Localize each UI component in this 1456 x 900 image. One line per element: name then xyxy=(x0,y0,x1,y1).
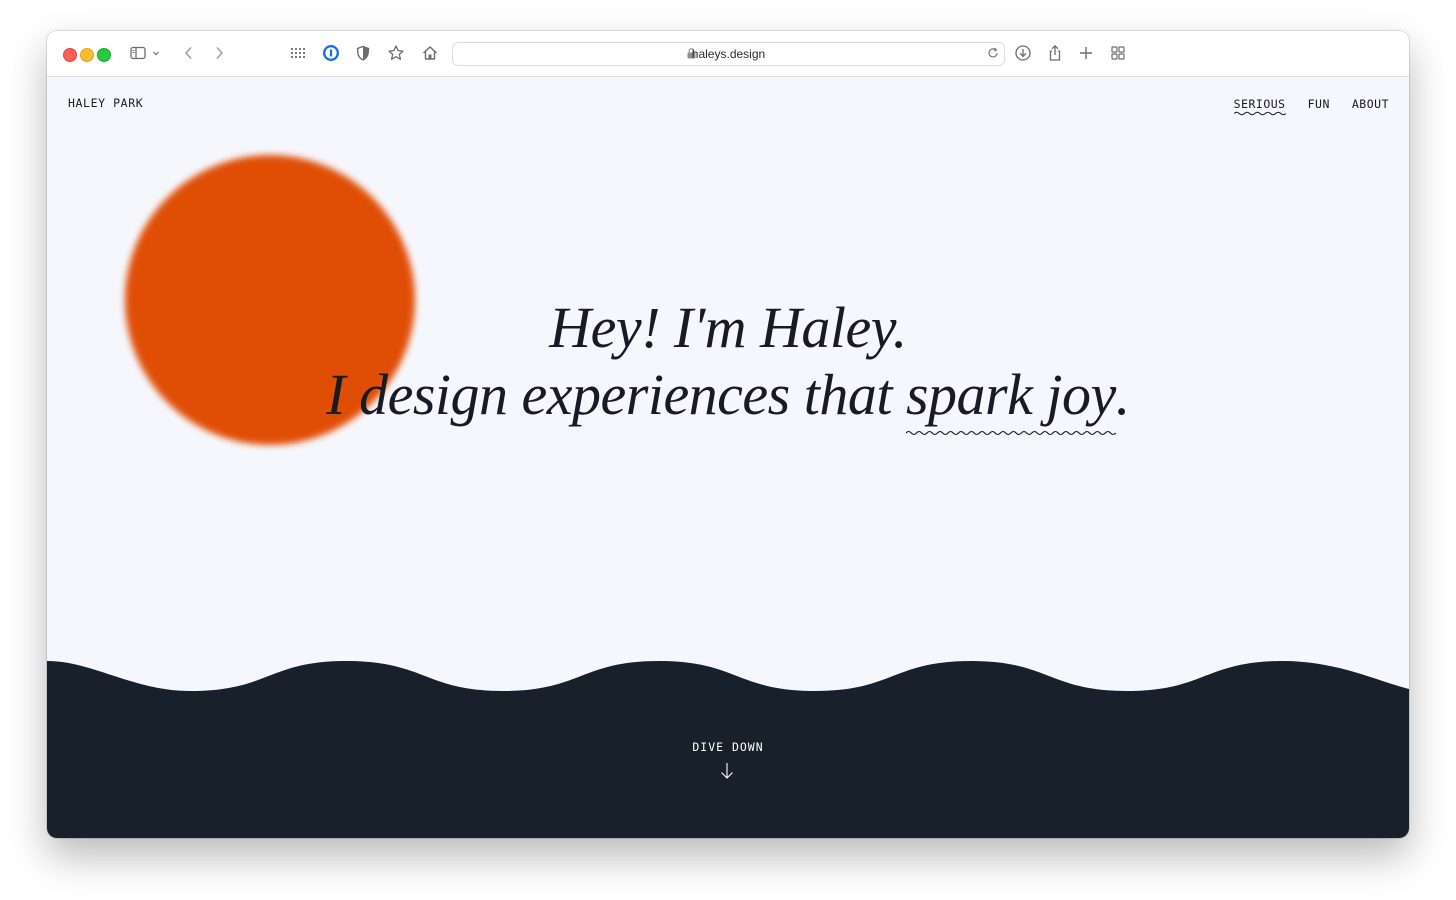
hero-line-2-suffix: . xyxy=(1115,362,1131,427)
squiggle-underline xyxy=(905,430,1116,436)
sidebar-icon[interactable] xyxy=(128,43,148,63)
close-window-button[interactable] xyxy=(63,48,77,62)
zoom-window-button[interactable] xyxy=(97,48,111,62)
spark-joy-highlight: spark joy xyxy=(905,361,1116,436)
hero-heading: Hey! I'm Haley. I design experiences tha… xyxy=(47,294,1409,436)
forward-arrow-icon[interactable] xyxy=(209,43,229,63)
share-icon[interactable] xyxy=(1045,43,1065,63)
nav-item-label: ABOUT xyxy=(1351,97,1389,111)
hero-line-2: I design experiences that spark joy. xyxy=(47,361,1409,436)
plus-icon[interactable] xyxy=(1076,43,1096,63)
tab-overview-icon[interactable] xyxy=(1108,43,1128,63)
shield-icon[interactable] xyxy=(353,43,373,63)
address-bar[interactable]: haleys.design xyxy=(452,42,1005,66)
grid-icon[interactable] xyxy=(288,43,308,63)
nav-item-label: FUN xyxy=(1307,97,1330,111)
site-brand[interactable]: HALEY PARK xyxy=(68,96,143,110)
dive-down-link[interactable]: DIVE DOWN xyxy=(47,740,1409,754)
site-nav: SERIOUS FUN ABOUT xyxy=(1233,97,1389,116)
password-manager-icon[interactable] xyxy=(321,43,341,63)
nav-item-label: SERIOUS xyxy=(1233,97,1286,111)
chevron-down-icon[interactable] xyxy=(151,43,161,63)
nav-item-serious[interactable]: SERIOUS xyxy=(1233,97,1286,116)
reload-icon[interactable] xyxy=(986,46,1000,60)
webpage: HALEY PARK SERIOUS FUN ABOUT Hey! I'm Ha… xyxy=(47,77,1409,838)
active-squiggle-underline xyxy=(1233,111,1286,116)
back-arrow-icon[interactable] xyxy=(179,43,199,63)
nav-item-about[interactable]: ABOUT xyxy=(1352,97,1389,111)
home-icon[interactable] xyxy=(420,43,440,63)
star-icon[interactable] xyxy=(386,43,406,63)
browser-toolbar: haleys.design xyxy=(47,31,1409,77)
url-text[interactable]: haleys.design xyxy=(453,47,1004,61)
browser-window: haleys.design HALEY PARK SERIOUS FUN ABO… xyxy=(47,31,1409,838)
download-icon[interactable] xyxy=(1013,43,1033,63)
arrow-down-icon[interactable] xyxy=(720,762,734,780)
hero-line-2-prefix: I design experiences that xyxy=(326,362,906,427)
nav-item-fun[interactable]: FUN xyxy=(1308,97,1330,111)
hero-line-1: Hey! I'm Haley. xyxy=(549,295,907,360)
hero-highlight-text: spark joy xyxy=(905,362,1116,427)
minimize-window-button[interactable] xyxy=(80,48,94,62)
